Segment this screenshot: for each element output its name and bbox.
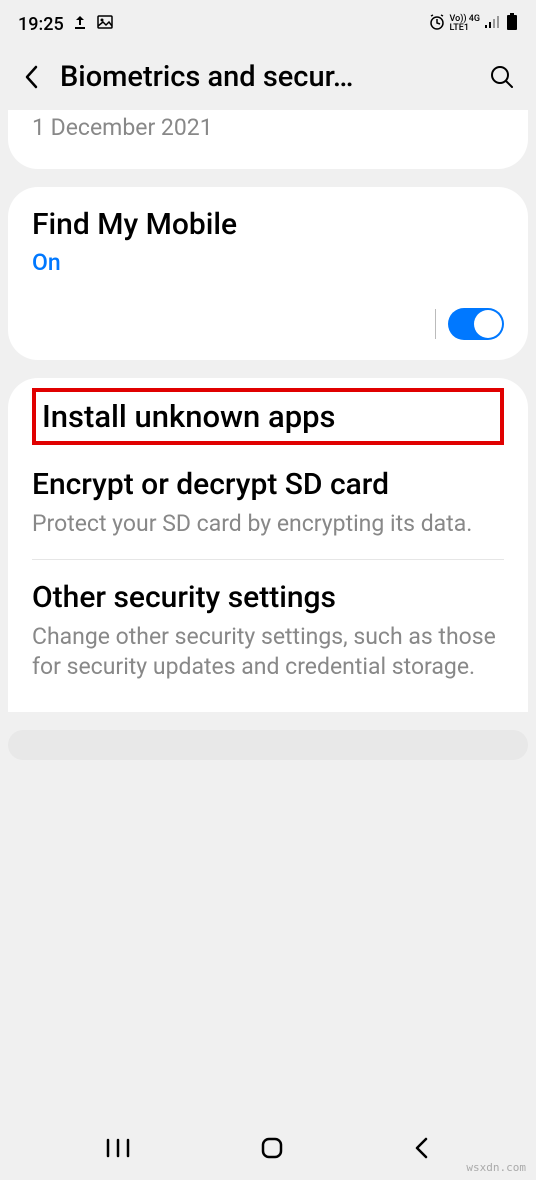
toggle-row [32,308,504,340]
encrypt-title: Encrypt or decrypt SD card [32,467,504,503]
security-options-card: Install unknown apps Encrypt or decrypt … [8,378,528,712]
content-area: 1 December 2021 Find My Mobile On Instal… [0,110,536,712]
recents-button[interactable] [104,1137,132,1163]
other-title: Other security settings [32,580,504,616]
watermark: wsxdn.com [466,1161,526,1174]
divider [435,309,436,339]
encrypt-desc: Protect your SD card by encrypting its d… [32,509,504,539]
other-desc: Change other security settings, such as … [32,622,504,682]
find-my-mobile-toggle[interactable] [448,308,504,340]
search-button[interactable] [486,61,518,93]
other-security-item[interactable]: Other security settings Change other sec… [32,559,504,702]
alarm-icon [428,13,446,35]
install-unknown-title: Install unknown apps [42,398,494,435]
security-update-card[interactable]: 1 December 2021 [8,110,528,169]
home-button[interactable] [259,1135,285,1165]
upload-icon [72,14,88,35]
status-time: 19:25 [18,14,64,35]
page-title: Biometrics and secur… [60,60,470,94]
back-button[interactable] [20,65,44,89]
update-date: 1 December 2021 [32,114,504,141]
status-left: 19:25 [18,13,114,36]
install-unknown-apps-item[interactable]: Install unknown apps [32,388,504,445]
nav-back-button[interactable] [412,1135,432,1165]
clipped-title [32,104,504,114]
find-my-mobile-title: Find My Mobile [32,207,504,243]
status-right: Vo)) 4GLTE1 [428,13,519,35]
battery-icon [506,13,518,35]
app-header: Biometrics and secur… [0,40,536,110]
partial-card-bottom [8,730,528,760]
status-bar: 19:25 Vo)) 4GLTE1 [0,0,536,40]
encrypt-sd-item[interactable]: Encrypt or decrypt SD card Protect your … [32,461,504,559]
signal-icon [484,15,502,33]
find-my-mobile-card[interactable]: Find My Mobile On [8,187,528,360]
find-my-mobile-status: On [32,249,504,276]
navigation-bar [0,1120,536,1180]
volte-4g-icon: Vo)) 4GLTE1 [450,15,481,33]
image-icon [96,13,114,36]
